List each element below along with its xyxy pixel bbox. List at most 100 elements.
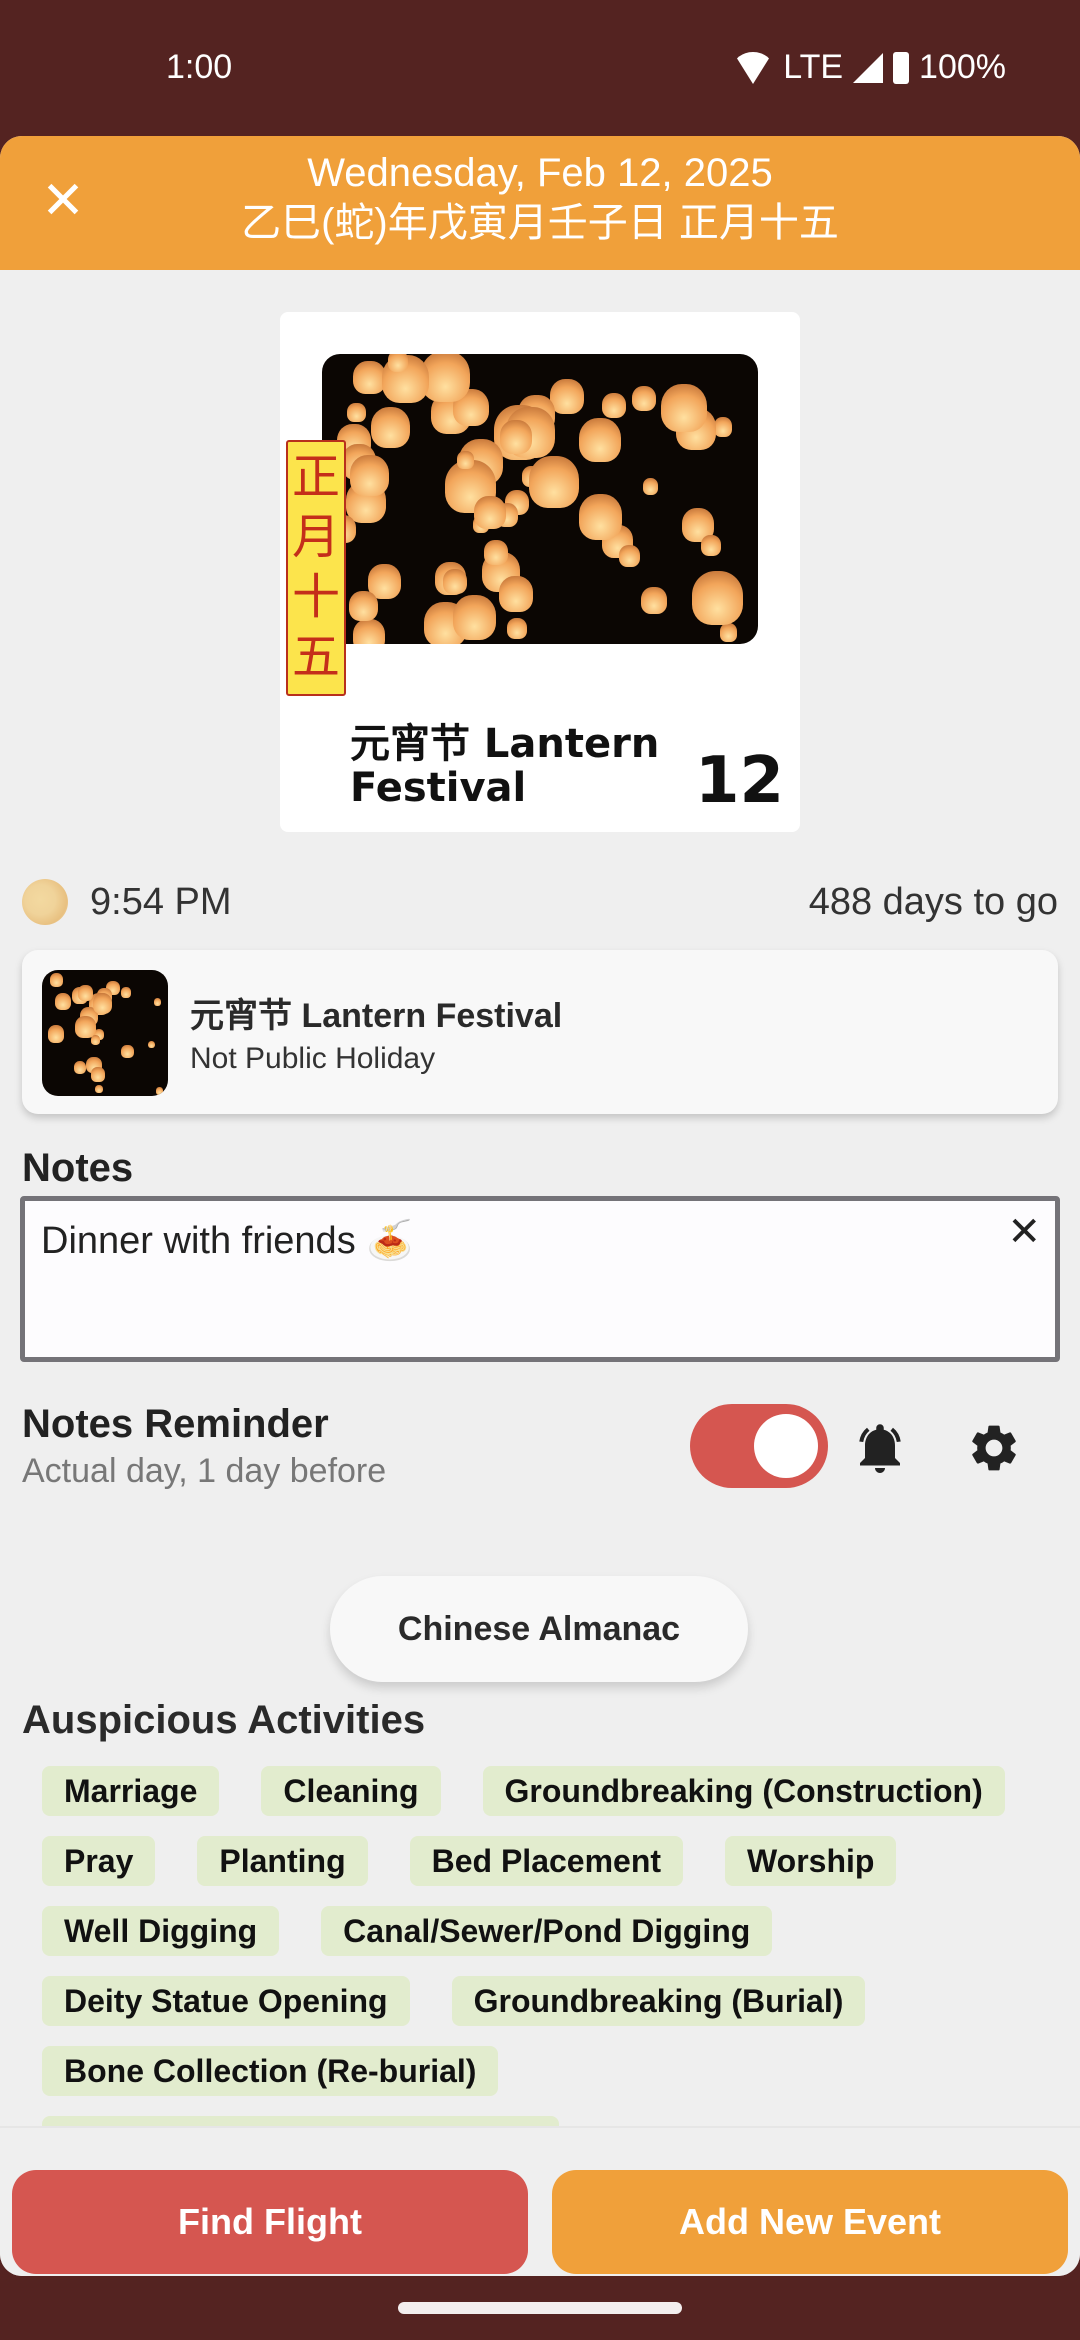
lantern-shape [353, 619, 386, 644]
lantern-shape [507, 617, 528, 639]
activity-chip: Bone Collection (Re-burial) [42, 2046, 499, 2096]
auspicious-activities-list: Marriage Cleaning Groundbreaking (Construc… [42, 1766, 1052, 2176]
close-icon[interactable]: ✕ [38, 175, 88, 227]
lantern-shape [91, 1067, 106, 1082]
lantern-shape [370, 406, 411, 449]
lantern-shape [121, 987, 132, 998]
lantern-shape [701, 535, 721, 557]
notes-input[interactable]: Dinner with friends 🍝 ✕ [20, 1196, 1060, 1362]
lantern-shape [94, 1084, 103, 1094]
battery-level: 100% [919, 48, 1006, 86]
add-new-event-button[interactable]: Add New Event [552, 2170, 1068, 2274]
lantern-shape [691, 570, 744, 626]
lantern-shape [578, 494, 622, 540]
hero-title: 元宵节 Lantern Festival [350, 721, 660, 811]
battery-icon [893, 51, 910, 84]
moonrise-time: 9:54 PM [90, 880, 232, 923]
clear-notes-icon[interactable]: ✕ [1007, 1209, 1041, 1255]
activity-chip: Deity Statue Opening [42, 1976, 410, 2026]
home-indicator[interactable] [398, 2302, 682, 2314]
lantern-shape [47, 1025, 65, 1043]
lantern-shape [641, 586, 667, 614]
reminder-title: Notes Reminder [22, 1402, 329, 1446]
lantern-shape [347, 402, 366, 423]
auspicious-activities-title: Auspicious Activities [22, 1698, 426, 1742]
event-detail-sheet: ✕ Wednesday, Feb 12, 2025 乙巳(蛇)年戊寅月壬子日 正… [0, 136, 1080, 2276]
lunar-tag-char: 月 [291, 511, 340, 564]
lantern-shape [73, 1061, 87, 1075]
lantern-shape [550, 378, 585, 415]
lantern-shape [484, 540, 508, 565]
lantern-shape [453, 595, 497, 641]
notes-text[interactable]: Dinner with friends 🍝 [41, 1219, 414, 1263]
activity-chip: Groundbreaking (Burial) [451, 1976, 866, 2026]
reminder-schedule: Actual day, 1 day before [22, 1452, 387, 1490]
lantern-shape [499, 576, 534, 612]
lantern-shape [500, 419, 533, 454]
lantern-shape [660, 383, 708, 433]
status-bar: 1:00 LTE 100% [0, 0, 1080, 136]
lantern-shape [78, 985, 93, 1001]
lantern-shape [442, 568, 467, 595]
bottom-action-bar: Find Flight Add New Event [0, 2126, 1080, 2276]
lantern-shape [348, 591, 378, 622]
header: ✕ Wednesday, Feb 12, 2025 乙巳(蛇)年戊寅月壬子日 正… [0, 136, 1080, 270]
network-type: LTE [783, 48, 844, 86]
info-row: 9:54 PM 488 days to go [22, 872, 1058, 932]
header-lunar-date: 乙巳(蛇)年戊寅月壬子日 正月十五 [241, 201, 839, 245]
activity-chip: Pray [42, 1836, 156, 1886]
find-flight-button[interactable]: Find Flight [12, 2170, 528, 2274]
lantern-shape [713, 417, 733, 437]
event-holiday-status: Not Public Holiday [190, 1042, 436, 1075]
lantern-shape [92, 993, 113, 1015]
lantern-shape [54, 993, 72, 1011]
event-card[interactable]: 元宵节 Lantern Festival Not Public Holiday [22, 950, 1058, 1114]
full-moon-icon [22, 879, 68, 925]
header-date: Wednesday, Feb 12, 2025 [307, 151, 773, 195]
lunar-tag-char: 十 [291, 571, 340, 624]
activity-chip: Planting [197, 1836, 368, 1886]
lunar-date-tag: 正月十五 [286, 440, 346, 696]
lantern-shape [147, 1040, 156, 1049]
lantern-shape [618, 544, 640, 567]
lantern-shape [457, 451, 474, 469]
lantern-shape [387, 354, 409, 372]
signal-icon [853, 52, 884, 83]
lantern-shape [153, 997, 162, 1006]
wifi-icon [733, 51, 774, 84]
lantern-shape [50, 973, 64, 987]
activity-chip: Worship [725, 1836, 897, 1886]
activity-chip: Canal/Sewer/Pond Digging [321, 1906, 773, 1956]
lantern-shape [350, 455, 389, 497]
status-time: 1:00 [166, 48, 233, 86]
status-indicators: LTE 100% [733, 48, 1006, 87]
chinese-almanac-button[interactable]: Chinese Almanac [330, 1576, 748, 1682]
lantern-shape [719, 623, 738, 642]
lantern-festival-image [322, 354, 758, 644]
lunar-tag-char: 正 [291, 451, 340, 504]
lantern-shape [578, 417, 621, 462]
hero-card: 正月十五 元宵节 Lantern Festival 12 [280, 312, 800, 832]
gear-icon[interactable] [966, 1420, 1022, 1476]
activity-chip: Well Digging [42, 1906, 280, 1956]
lantern-shape [529, 456, 579, 508]
countdown: 488 days to go [808, 880, 1058, 923]
lantern-shape [155, 1087, 163, 1095]
lantern-shape [120, 1044, 134, 1059]
lantern-shape [474, 495, 506, 530]
lantern-shape [632, 385, 657, 412]
activity-chip: Groundbreaking (Construction) [482, 1766, 1005, 1816]
event-thumbnail [42, 970, 168, 1096]
activity-chip: Bed Placement [409, 1836, 684, 1886]
hero-day-number: 12 [694, 744, 784, 818]
lunar-tag-char: 五 [291, 631, 340, 684]
bell-ring-icon[interactable] [850, 1418, 910, 1478]
lantern-shape [75, 1016, 97, 1039]
lantern-shape [642, 478, 659, 495]
lantern-shape [602, 393, 627, 419]
lantern-shape [353, 360, 386, 395]
reminder-toggle[interactable] [690, 1404, 828, 1488]
toggle-knob [754, 1414, 818, 1478]
activity-chip: Cleaning [261, 1766, 441, 1816]
event-title: 元宵节 Lantern Festival [190, 997, 563, 1035]
